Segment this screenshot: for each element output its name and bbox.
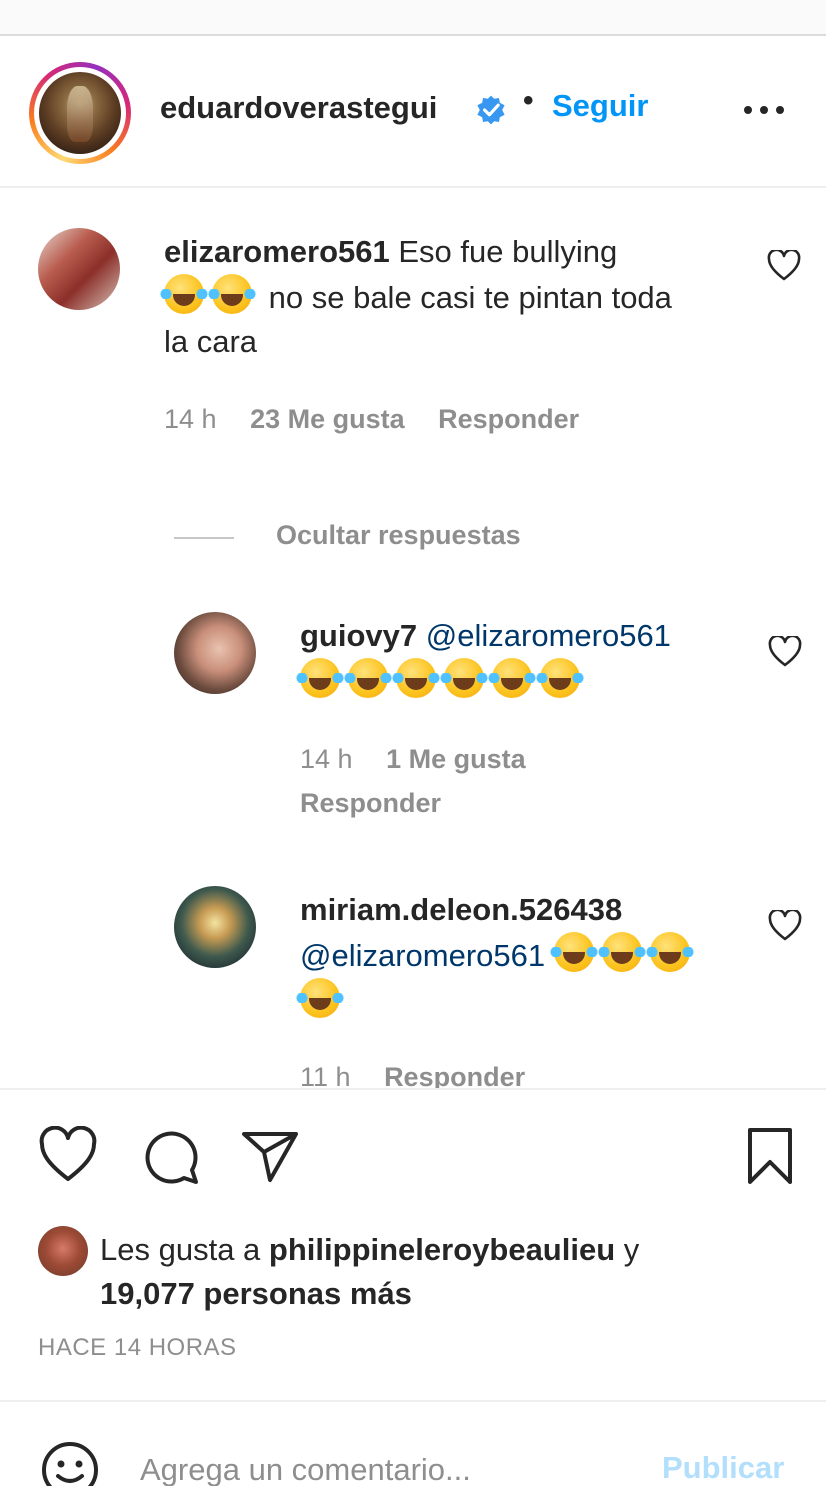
verified-badge-icon: [477, 95, 505, 125]
reply-like-heart-icon[interactable]: [768, 910, 802, 942]
avatar[interactable]: [174, 612, 256, 694]
comment-body-line2: no se bale casi te pintan toda: [268, 280, 672, 315]
author-avatar[interactable]: [29, 62, 131, 164]
reply-time: 14 h: [300, 744, 353, 774]
laugh-emoji-icon: [488, 658, 536, 698]
divider-line: [174, 537, 234, 539]
reply-meta-line2: Responder: [300, 788, 467, 819]
post-header: eduardoverastegui • Seguir: [0, 38, 826, 188]
avatar[interactable]: [38, 228, 120, 310]
more-options-icon[interactable]: [742, 92, 786, 128]
like-heart-icon[interactable]: [38, 1126, 98, 1186]
laugh-emoji-icon: [392, 658, 440, 698]
hide-replies-label[interactable]: Ocultar respuestas: [276, 520, 521, 551]
reply-button[interactable]: Responder: [438, 404, 579, 434]
reply-username[interactable]: guiovy7: [300, 618, 417, 653]
share-paper-plane-icon[interactable]: [240, 1126, 300, 1186]
laugh-emoji-icon: [440, 658, 488, 698]
likes-user[interactable]: philippineleroybeaulieu: [269, 1232, 615, 1267]
reply-username[interactable]: miriam.deleon.526438: [300, 892, 622, 927]
liker-avatar[interactable]: [38, 1226, 88, 1276]
laugh-emoji-icon: [536, 658, 584, 698]
publish-button[interactable]: Publicar: [662, 1450, 784, 1486]
comment-input[interactable]: [140, 1448, 640, 1486]
laugh-emoji-icon: [296, 978, 344, 1018]
follow-button[interactable]: Seguir: [552, 88, 648, 124]
laugh-emoji-icon: [160, 274, 208, 314]
reply-likes[interactable]: 1 Me gusta: [386, 744, 526, 774]
reply-like-heart-icon[interactable]: [768, 636, 802, 668]
reply-mention[interactable]: @elizaromero561: [300, 938, 545, 973]
laugh-emoji-icon: [549, 932, 598, 972]
smiley-icon[interactable]: [40, 1440, 100, 1486]
laugh-emoji-icon: [208, 274, 256, 314]
avatar[interactable]: [174, 886, 256, 968]
top-bar: [0, 0, 826, 36]
comments-list[interactable]: elizaromero561 Eso fue bullying no se ba…: [0, 190, 826, 1088]
laugh-emoji-icon: [344, 658, 392, 698]
author-username[interactable]: eduardoverastegui: [160, 90, 437, 126]
save-bookmark-icon[interactable]: [740, 1126, 800, 1186]
laugh-emoji-icon: [296, 658, 344, 698]
comment-username[interactable]: elizaromero561: [164, 234, 390, 269]
comment-composer: Publicar: [0, 1400, 826, 1486]
post-time-ago: HACE 14 HORAS: [38, 1334, 237, 1361]
comment-body-line3: la cara: [164, 324, 258, 359]
likes-prefix: Les gusta a: [100, 1232, 261, 1267]
comment-like-heart-icon[interactable]: [767, 250, 801, 282]
reply-button[interactable]: Responder: [384, 1062, 525, 1088]
reply-time: 11 h: [300, 1062, 351, 1088]
reply-button[interactable]: Responder: [300, 788, 441, 818]
comment-meta: 14 h 23 Me gusta Responder: [164, 404, 605, 435]
reply-mention[interactable]: @elizaromero561: [426, 618, 671, 653]
reply-text: miriam.deleon.526438 @elizaromero561: [296, 888, 760, 1024]
reply-text: guiovy7 @elizaromero561: [296, 614, 760, 704]
comment-text: elizaromero561 Eso fue bullying no se ba…: [160, 230, 764, 364]
laugh-emoji-icon: [645, 932, 694, 972]
comment-likes[interactable]: 23 Me gusta: [250, 404, 405, 434]
comment-icon[interactable]: [140, 1126, 200, 1186]
likes-and: y: [623, 1232, 640, 1267]
likes-others[interactable]: 19,077 personas más: [100, 1276, 412, 1311]
laugh-emoji-icon: [597, 932, 646, 972]
comment-time: 14 h: [164, 404, 217, 434]
reply-meta: 11 h Responder: [300, 1062, 551, 1088]
separator-dot: •: [523, 84, 534, 117]
likes-summary[interactable]: Les gusta a philippineleroybeaulieu y 19…: [100, 1228, 800, 1316]
post-actions: Les gusta a philippineleroybeaulieu y 19…: [0, 1088, 826, 1400]
comment-body-line1: Eso fue bullying: [398, 234, 618, 269]
reply-meta: 14 h 1 Me gusta: [300, 744, 552, 775]
